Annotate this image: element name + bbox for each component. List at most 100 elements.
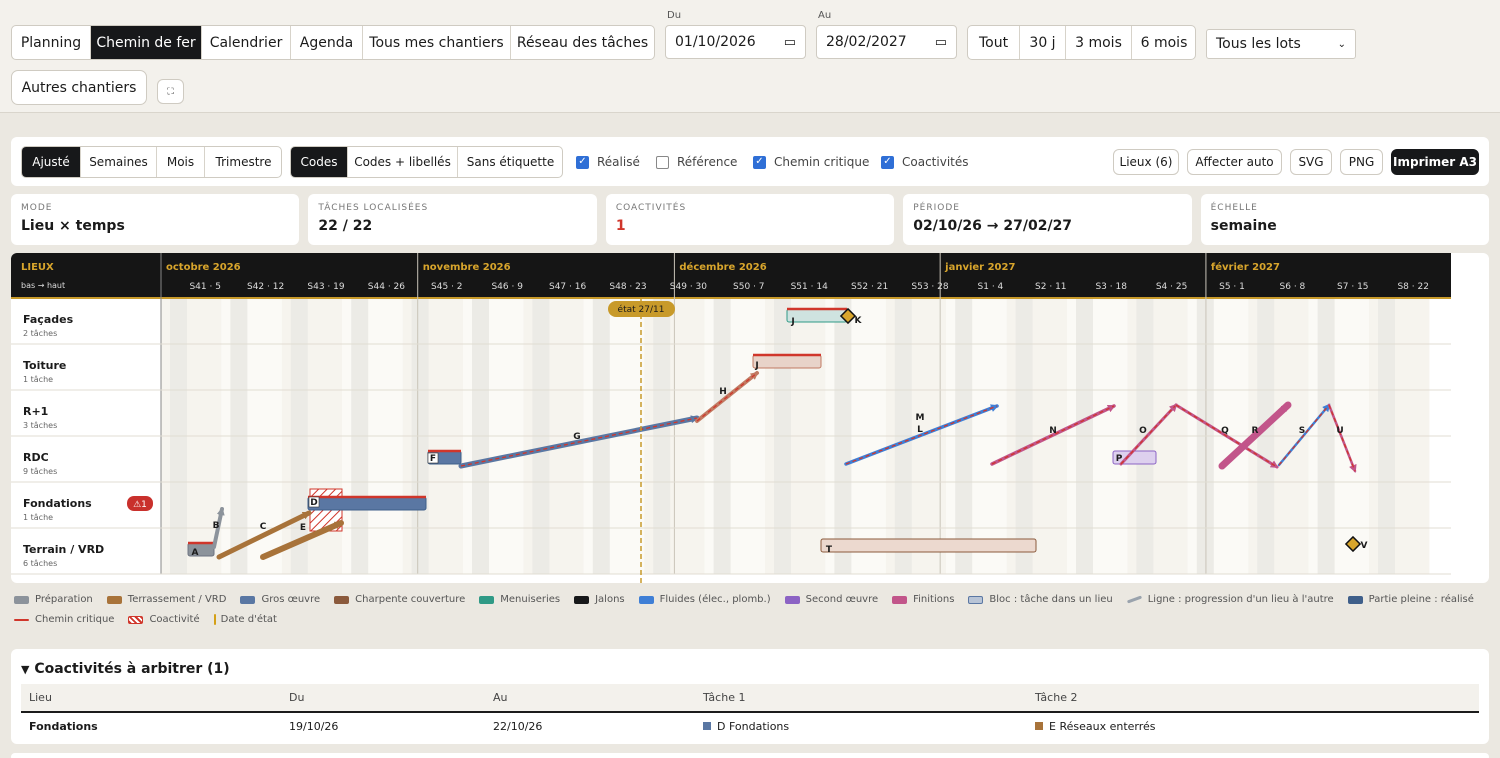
week-label: S1 · 4 — [978, 282, 1004, 292]
checkbox-realise[interactable]: ✓ Réalisé — [576, 155, 656, 169]
legend-label: Partie pleine : réalisé — [1368, 594, 1474, 605]
table-row[interactable]: Fondations 19/10/26 22/10/26 D Fondations E … — [21, 713, 1479, 740]
lot-select[interactable]: Tous les lots ⌄ — [1206, 29, 1356, 59]
task-code-s[interactable]: S — [1299, 426, 1305, 436]
checkbox-box[interactable]: ✓ — [881, 155, 894, 169]
tab-agenda[interactable]: Agenda — [291, 26, 363, 59]
legend-swatch — [334, 595, 350, 604]
task-code-f[interactable]: F — [430, 454, 436, 464]
task-j-toiture[interactable] — [752, 354, 822, 369]
checkbox-box[interactable] — [656, 155, 669, 169]
task-j[interactable] — [786, 308, 848, 323]
calendar-icon[interactable]: ▭ — [784, 35, 796, 50]
legend-label: Jalons — [595, 594, 625, 605]
other-sites-button[interactable]: Autres chantiers — [11, 70, 147, 105]
task-code-k[interactable]: K — [855, 316, 863, 326]
calendar-icon[interactable]: ▭ — [935, 35, 947, 50]
week-label: S53 · 28 — [911, 282, 948, 292]
task-code-v[interactable]: V — [1361, 541, 1368, 551]
task-code-h[interactable]: H — [719, 387, 727, 397]
row-name: Façades — [23, 313, 74, 326]
checkbox-coactivites[interactable]: ✓ Coactivités — [881, 155, 981, 169]
cell-text: Fondations — [29, 720, 98, 733]
week-label: S50 · 7 — [733, 282, 764, 292]
row-name: Toiture — [23, 359, 66, 372]
task-code-l[interactable]: L — [917, 425, 923, 435]
labels-codes-libelles[interactable]: Codes + libellés — [348, 147, 458, 177]
month-label: janvier 2027 — [944, 262, 1015, 273]
task-code-n[interactable]: N — [1049, 426, 1057, 436]
task-code-e[interactable]: E — [300, 523, 306, 533]
task-code-u[interactable]: U — [1336, 426, 1343, 436]
labels-sans-etiquette[interactable]: Sans étiquette — [458, 147, 562, 177]
from-date-value: 01/10/2026 — [675, 34, 756, 50]
scale-semaines[interactable]: Semaines — [81, 147, 157, 177]
view-switcher: Planning Chemin de fer Calendrier Agenda Tou… — [11, 25, 655, 60]
range-30-j[interactable]: 30 j — [1020, 26, 1066, 59]
status-date-text: état 27/11 — [618, 304, 665, 315]
checkbox-box[interactable]: ✓ — [753, 155, 766, 169]
header-rule — [11, 297, 1451, 299]
legend-item-ligne-progression-d-un-lieu-a-l-autre: Ligne : progression d'un lieu à l'autre — [1126, 594, 1334, 605]
imprimer-a3-button[interactable]: Imprimer A3 — [1391, 149, 1479, 175]
task-color-dot — [703, 722, 711, 730]
labels-codes[interactable]: Codes — [291, 147, 348, 177]
cell-lieu: Fondations — [21, 720, 281, 733]
tab-tous-mes-chantiers[interactable]: Tous mes chantiers — [363, 26, 511, 59]
cell-text: D Fondations — [717, 720, 790, 733]
tab-chemin-de-fer[interactable]: Chemin de fer — [91, 26, 202, 59]
task-code-j[interactable]: J — [790, 317, 794, 327]
to-date-input[interactable]: 28/02/2027 ▭ — [816, 25, 957, 59]
row-count: 9 tâches — [23, 467, 57, 476]
task-code-t[interactable]: T — [826, 545, 833, 555]
checkbox-reference[interactable]: Référence — [656, 155, 753, 169]
legend-item-jalons: Jalons — [574, 594, 625, 605]
task-d[interactable] — [307, 496, 427, 511]
task-code-g[interactable]: G — [573, 432, 580, 442]
checkbox-label: Coactivités — [902, 155, 969, 169]
row-count: 6 tâches — [23, 559, 57, 568]
range-6-mois[interactable]: 6 mois — [1132, 26, 1195, 59]
tab-calendrier[interactable]: Calendrier — [202, 26, 291, 59]
checkbox-box[interactable]: ✓ — [576, 155, 589, 169]
task-t[interactable] — [820, 538, 1037, 553]
action-buttons: Lieux (6) Affecter auto SVG PNG Imprimer A3 — [1113, 149, 1479, 175]
legend-swatch — [479, 595, 495, 604]
task-code-a[interactable]: A — [192, 548, 199, 558]
png-button[interactable]: PNG — [1340, 149, 1383, 175]
checkbox-chemin-critique[interactable]: ✓ Chemin critique — [753, 155, 881, 169]
coactivities-title[interactable]: ▼ Coactivités à arbitrer (1) — [21, 661, 230, 677]
to-date-value: 28/02/2027 — [826, 34, 907, 50]
task-code-r[interactable]: R — [1252, 426, 1259, 436]
task-code-d[interactable]: D — [310, 498, 317, 508]
affecter-auto-button[interactable]: Affecter auto — [1187, 149, 1282, 175]
tab-reseau-des-taches[interactable]: Réseau des tâches — [511, 26, 654, 59]
week-label: S4 · 25 — [1156, 282, 1187, 292]
scale-trimestre[interactable]: Trimestre — [205, 147, 281, 177]
range-3-mois[interactable]: 3 mois — [1066, 26, 1132, 59]
task-code-m[interactable]: M — [916, 413, 925, 423]
cell-au: 22/10/26 — [485, 720, 695, 733]
label-switcher: Codes Codes + libellés Sans étiquette — [290, 146, 563, 178]
task-code-b[interactable]: B — [213, 521, 220, 531]
svg-button[interactable]: SVG — [1290, 149, 1332, 175]
scale-ajuste[interactable]: Ajusté — [22, 147, 81, 177]
kpi-value: 22 / 22 — [318, 218, 373, 234]
kpi-value: 02/10/26 → 27/02/27 — [913, 218, 1073, 234]
task-code-c[interactable]: C — [260, 522, 267, 532]
range-tout[interactable]: Tout — [968, 26, 1020, 59]
cell-text: 22/10/26 — [493, 720, 543, 733]
lot-select-value: Tous les lots — [1216, 36, 1301, 52]
tab-planning[interactable]: Planning — [12, 26, 91, 59]
task-code-j[interactable]: J — [754, 361, 758, 371]
from-date-input[interactable]: 01/10/2026 ▭ — [665, 25, 806, 59]
cell-t2: E Réseaux enterrés — [1027, 720, 1467, 733]
task-code-q[interactable]: Q — [1221, 426, 1229, 436]
task-code-o[interactable]: O — [1139, 426, 1147, 436]
kpi-title: COACTIVITÉS — [615, 203, 687, 213]
fullscreen-button[interactable]: ⛶ — [157, 79, 184, 104]
lieux-6-button[interactable]: Lieux (6) — [1113, 149, 1179, 175]
legend-item-coactivite: Coactivité — [128, 614, 200, 625]
scale-mois[interactable]: Mois — [157, 147, 205, 177]
other-sites-label: Autres chantiers — [21, 79, 137, 96]
